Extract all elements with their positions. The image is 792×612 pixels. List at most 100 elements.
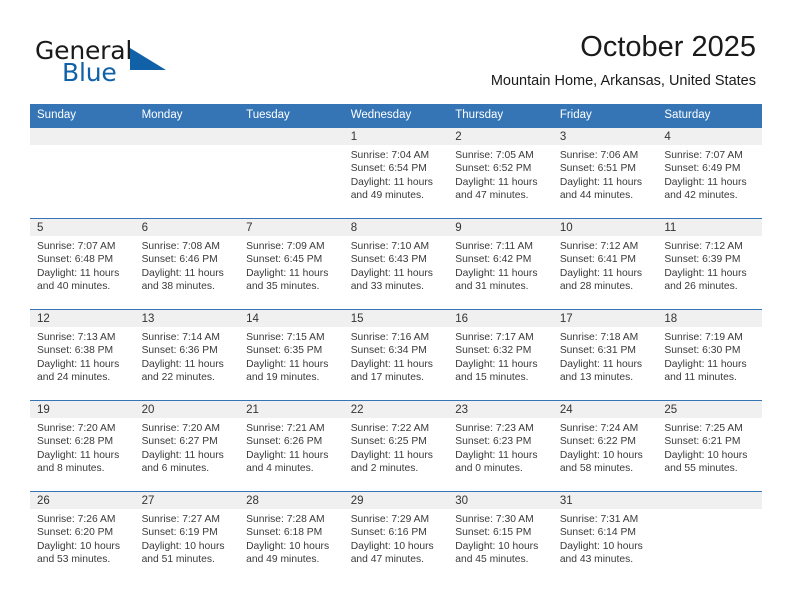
- sunset-time: Sunset: 6:31 PM: [559, 345, 636, 357]
- day-number: 23: [448, 401, 553, 418]
- day-number: 4: [657, 128, 762, 145]
- weekday-header-row: Sunday Monday Tuesday Wednesday Thursday…: [30, 104, 762, 128]
- sunrise-time: Sunrise: 7:08 AM: [141, 241, 220, 252]
- calendar-day-cell[interactable]: 10 Sunrise: 7:12 AM Sunset: 6:41 PM Dayligh…: [552, 218, 658, 310]
- calendar-day-cell[interactable]: 14 Sunrise: 7:15 AM Sunset: 6:35 PM Dayligh…: [239, 309, 344, 401]
- calendar-day-cell[interactable]: 30 Sunrise: 7:30 AM Sunset: 6:15 PM Dayligh…: [448, 491, 553, 582]
- sunset-time: Sunset: 6:54 PM: [350, 163, 427, 175]
- sunrise-time: Sunrise: 7:30 AM: [455, 514, 534, 525]
- sunset-time: Sunset: 6:34 PM: [350, 345, 427, 357]
- calendar-day-cell[interactable]: 9 Sunrise: 7:11 AM Sunset: 6:42 PM Daylight…: [448, 218, 553, 310]
- daylight-duration-line2: and 40 minutes.: [37, 281, 111, 293]
- calendar-day-cell[interactable]: 15 Sunrise: 7:16 AM Sunset: 6:34 PM Dayligh…: [343, 309, 449, 401]
- day-number: 6: [134, 219, 240, 236]
- calendar-day-cell[interactable]: 20 Sunrise: 7:20 AM Sunset: 6:27 PM Dayligh…: [134, 400, 240, 492]
- daylight-duration-line1: Daylight: 11 hours: [455, 176, 538, 188]
- calendar-day-cell[interactable]: 3 Sunrise: 7:06 AM Sunset: 6:51 PM Daylight…: [552, 128, 658, 219]
- day-number: 12: [30, 310, 135, 327]
- day-details: Sunrise: 7:17 AM Sunset: 6:32 PM Daylight:…: [448, 327, 553, 385]
- calendar-day-cell[interactable]: 27 Sunrise: 7:27 AM Sunset: 6:19 PM Dayligh…: [134, 491, 240, 582]
- general-blue-logo[interactable]: General Blue: [35, 36, 235, 87]
- daylight-duration-line1: Daylight: 11 hours: [559, 358, 643, 370]
- daylight-duration-line2: and 6 minutes.: [141, 463, 210, 475]
- sunrise-time: Sunrise: 7:20 AM: [141, 423, 220, 434]
- calendar-day-cell[interactable]: 19 Sunrise: 7:20 AM Sunset: 6:28 PM Dayligh…: [30, 400, 135, 492]
- daylight-duration-line1: Daylight: 11 hours: [37, 449, 120, 461]
- calendar-day-cell[interactable]: 23 Sunrise: 7:23 AM Sunset: 6:23 PM Dayligh…: [448, 400, 553, 492]
- sunrise-time: Sunrise: 7:25 AM: [664, 423, 743, 434]
- calendar-day-cell[interactable]: 21 Sunrise: 7:21 AM Sunset: 6:26 PM Dayligh…: [239, 400, 344, 492]
- sunrise-time: Sunrise: 7:31 AM: [559, 514, 639, 525]
- calendar-day-cell[interactable]: 25 Sunrise: 7:25 AM Sunset: 6:21 PM Dayligh…: [657, 400, 762, 492]
- calendar-day-cell[interactable]: 22 Sunrise: 7:22 AM Sunset: 6:25 PM Dayligh…: [343, 400, 449, 492]
- location-subtitle: Mountain Home, Arkansas, United States: [490, 73, 756, 89]
- day-details: Sunrise: 7:11 AM Sunset: 6:42 PM Daylight:…: [448, 236, 553, 294]
- sunset-time: Sunset: 6:26 PM: [246, 436, 323, 448]
- calendar-day-cell[interactable]: 31 Sunrise: 7:31 AM Sunset: 6:14 PM Dayligh…: [552, 491, 658, 582]
- day-number: [657, 492, 762, 509]
- calendar-day-cell[interactable]: 13 Sunrise: 7:14 AM Sunset: 6:36 PM Dayligh…: [134, 309, 240, 401]
- calendar-day-cell[interactable]: 17 Sunrise: 7:18 AM Sunset: 6:31 PM Dayligh…: [552, 309, 658, 401]
- calendar-week-row: 12 Sunrise: 7:13 AM Sunset: 6:38 PM Dayligh…: [30, 309, 762, 401]
- calendar-day-cell[interactable]: 4 Sunrise: 7:07 AM Sunset: 6:49 PM Daylight…: [657, 128, 762, 219]
- day-number: 1: [343, 128, 449, 145]
- daylight-duration-line2: and 13 minutes.: [559, 372, 634, 384]
- sunrise-time: Sunrise: 7:19 AM: [664, 332, 743, 343]
- day-number: 25: [657, 401, 762, 418]
- day-number: 31: [552, 492, 658, 509]
- sunrise-sunset-calendar: Sunday Monday Tuesday Wednesday Thursday…: [30, 104, 762, 582]
- daylight-duration-line1: Daylight: 10 hours: [141, 540, 225, 552]
- daylight-duration-line1: Daylight: 11 hours: [559, 176, 643, 188]
- daylight-duration-line2: and 33 minutes.: [350, 281, 424, 293]
- daylight-duration-line1: Daylight: 11 hours: [350, 449, 433, 461]
- sunrise-time: Sunrise: 7:07 AM: [37, 241, 116, 252]
- calendar-day-cell[interactable]: 28 Sunrise: 7:28 AM Sunset: 6:18 PM Dayligh…: [239, 491, 344, 582]
- sunset-time: Sunset: 6:51 PM: [559, 163, 636, 175]
- sunset-time: Sunset: 6:36 PM: [141, 345, 218, 357]
- day-details: Sunrise: 7:06 AM Sunset: 6:51 PM Daylight:…: [553, 145, 658, 203]
- calendar-day-cell-empty: [657, 491, 762, 582]
- day-details: Sunrise: 7:07 AM Sunset: 6:48 PM Daylight:…: [30, 236, 135, 294]
- day-details: Sunrise: 7:29 AM Sunset: 6:16 PM Daylight:…: [344, 509, 449, 567]
- daylight-duration-line1: Daylight: 11 hours: [350, 267, 433, 279]
- sunset-time: Sunset: 6:46 PM: [141, 254, 218, 266]
- calendar-day-cell[interactable]: 7 Sunrise: 7:09 AM Sunset: 6:45 PM Daylight…: [239, 218, 344, 310]
- calendar-day-cell[interactable]: 8 Sunrise: 7:10 AM Sunset: 6:43 PM Daylight…: [343, 218, 449, 310]
- day-details: Sunrise: 7:14 AM Sunset: 6:36 PM Daylight:…: [135, 327, 240, 385]
- daylight-duration-line2: and 51 minutes.: [141, 554, 215, 566]
- sunrise-time: Sunrise: 7:05 AM: [455, 150, 534, 161]
- day-details: Sunrise: 7:27 AM Sunset: 6:19 PM Daylight:…: [135, 509, 240, 567]
- calendar-day-cell[interactable]: 2 Sunrise: 7:05 AM Sunset: 6:52 PM Daylight…: [448, 128, 553, 219]
- calendar-day-cell[interactable]: 1 Sunrise: 7:04 AM Sunset: 6:54 PM Daylight…: [343, 128, 449, 219]
- day-number: 7: [239, 219, 344, 236]
- calendar-day-cell[interactable]: 16 Sunrise: 7:17 AM Sunset: 6:32 PM Dayligh…: [448, 309, 553, 401]
- calendar-day-cell[interactable]: 24 Sunrise: 7:24 AM Sunset: 6:22 PM Dayligh…: [552, 400, 658, 492]
- day-details: Sunrise: 7:19 AM Sunset: 6:30 PM Daylight:…: [657, 327, 762, 385]
- daylight-duration-line1: Daylight: 10 hours: [455, 540, 539, 552]
- calendar-day-cell[interactable]: 18 Sunrise: 7:19 AM Sunset: 6:30 PM Dayligh…: [657, 309, 762, 401]
- sunset-time: Sunset: 6:48 PM: [37, 254, 114, 266]
- calendar-day-cell[interactable]: 6 Sunrise: 7:08 AM Sunset: 6:46 PM Daylight…: [134, 218, 240, 310]
- day-details: Sunrise: 7:18 AM Sunset: 6:31 PM Daylight:…: [553, 327, 658, 385]
- sunrise-time: Sunrise: 7:10 AM: [350, 241, 430, 252]
- daylight-duration-line2: and 2 minutes.: [350, 463, 419, 475]
- calendar-day-cell[interactable]: 29 Sunrise: 7:29 AM Sunset: 6:16 PM Dayligh…: [343, 491, 449, 582]
- calendar-day-cell[interactable]: 11 Sunrise: 7:12 AM Sunset: 6:39 PM Dayligh…: [657, 218, 762, 310]
- daylight-duration-line1: Daylight: 11 hours: [664, 267, 747, 279]
- calendar-week-row: 26 Sunrise: 7:26 AM Sunset: 6:20 PM Dayligh…: [30, 491, 762, 582]
- calendar-day-cell-empty: [30, 128, 135, 219]
- page-header: General Blue October 2025 Mountain Home,…: [0, 0, 792, 104]
- daylight-duration-line2: and 0 minutes.: [455, 463, 523, 475]
- day-details: Sunrise: 7:26 AM Sunset: 6:20 PM Daylight:…: [30, 509, 135, 567]
- day-number: 14: [239, 310, 344, 327]
- sunrise-time: Sunrise: 7:13 AM: [37, 332, 116, 343]
- daylight-duration-line1: Daylight: 11 hours: [455, 358, 538, 370]
- calendar-day-cell[interactable]: 26 Sunrise: 7:26 AM Sunset: 6:20 PM Dayligh…: [30, 491, 135, 582]
- sunrise-time: Sunrise: 7:23 AM: [455, 423, 534, 434]
- sunrise-time: Sunrise: 7:18 AM: [559, 332, 639, 343]
- calendar-day-cell[interactable]: 12 Sunrise: 7:13 AM Sunset: 6:38 PM Dayligh…: [30, 309, 135, 401]
- weekday-header-saturday: Saturday: [657, 104, 762, 128]
- calendar-day-cell[interactable]: 5 Sunrise: 7:07 AM Sunset: 6:48 PM Daylight…: [30, 218, 135, 310]
- daylight-duration-line2: and 24 minutes.: [37, 372, 111, 384]
- daylight-duration-line1: Daylight: 11 hours: [350, 358, 433, 370]
